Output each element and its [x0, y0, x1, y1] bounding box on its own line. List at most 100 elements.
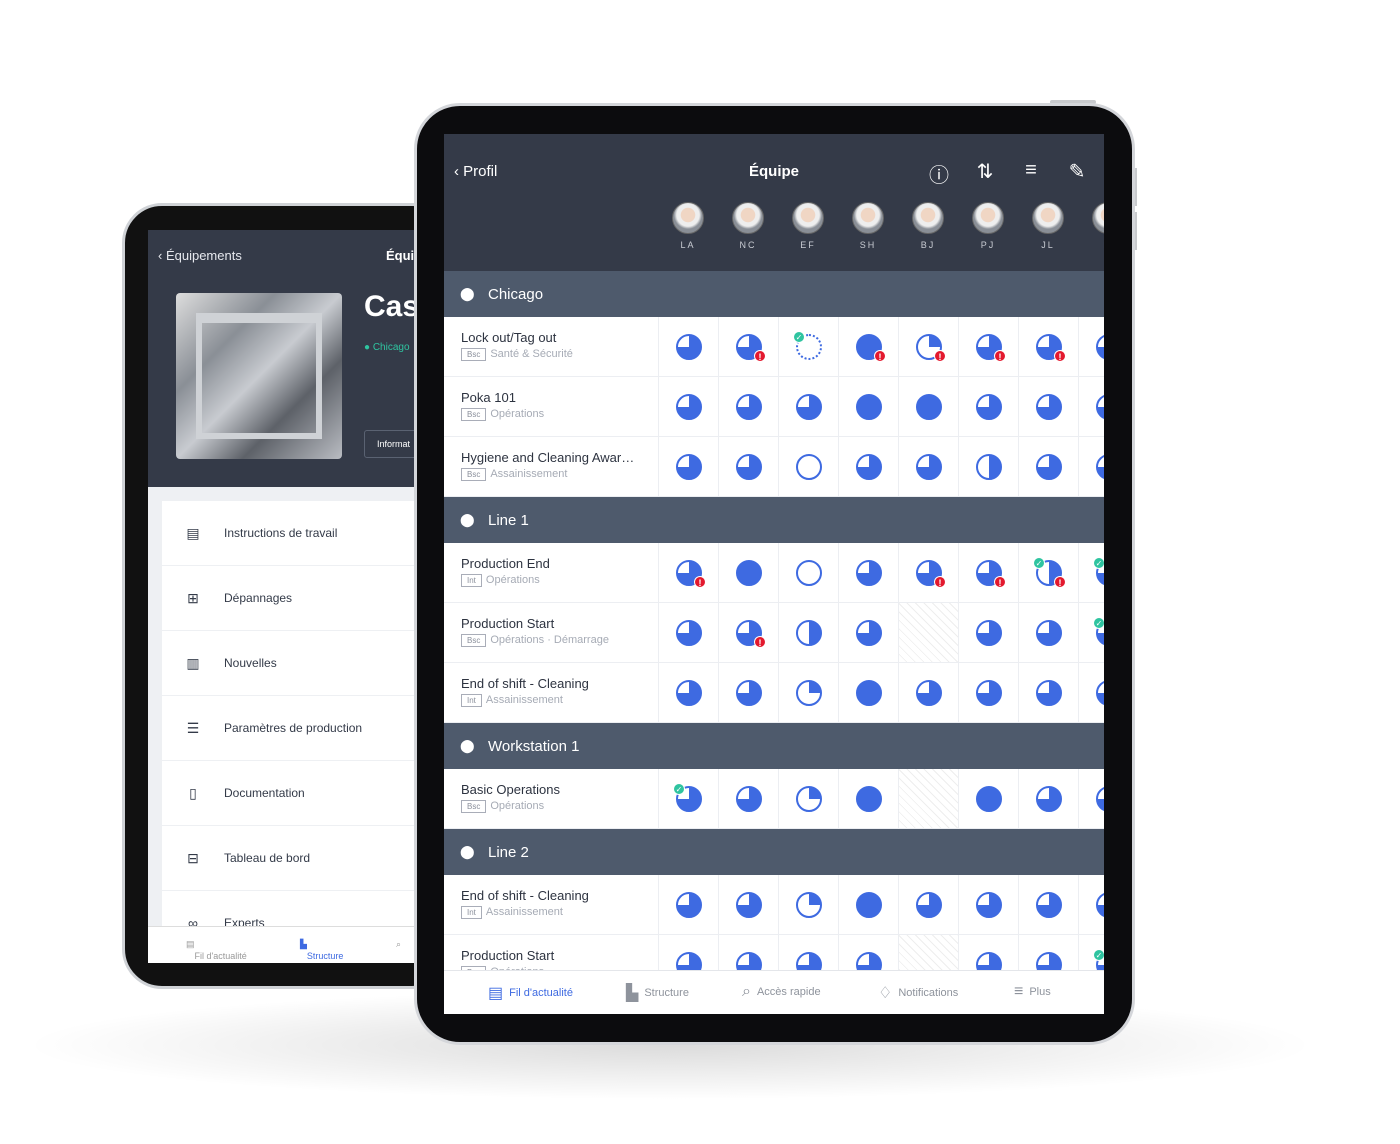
edit-icon[interactable]: ✎	[1064, 159, 1090, 184]
nav-scan-icon[interactable]: ⌕	[396, 939, 401, 950]
nav-factory[interactable]: ▙ Structure	[626, 983, 689, 1003]
progress-cell[interactable]: !	[958, 543, 1018, 602]
progress-cell[interactable]	[1078, 317, 1104, 376]
nav-scan[interactable]: ⌕ Accès rapide	[742, 983, 821, 1001]
progress-cell[interactable]	[718, 377, 778, 436]
table-row[interactable]: Poka 101 Bsc Opérations	[444, 377, 1104, 437]
progress-cell[interactable]	[898, 875, 958, 934]
progress-cell[interactable]	[958, 437, 1018, 496]
progress-cell[interactable]	[838, 769, 898, 828]
progress-cell[interactable]: !	[898, 317, 958, 376]
progress-cell[interactable]	[838, 437, 898, 496]
progress-cell[interactable]: !	[658, 543, 718, 602]
progress-cell[interactable]	[838, 377, 898, 436]
progress-cell[interactable]: ✓	[1078, 543, 1104, 602]
progress-cell[interactable]	[898, 377, 958, 436]
table-row[interactable]: End of shift - Cleaning Int Assainissement	[444, 663, 1104, 723]
table-row[interactable]: Lock out/Tag out Bsc Santé & Sécurité! ✓!!!…	[444, 317, 1104, 377]
progress-cell[interactable]	[658, 663, 718, 722]
menu-item[interactable]: ☰ Paramètres de production	[162, 696, 414, 761]
progress-cell[interactable]: ✓!	[1018, 543, 1078, 602]
progress-cell[interactable]	[778, 377, 838, 436]
table-row[interactable]: Hygiene and Cleaning Awar… Bsc Assainissem…	[444, 437, 1104, 497]
progress-cell[interactable]	[1078, 875, 1104, 934]
progress-cell[interactable]: ✓	[778, 317, 838, 376]
progress-cell[interactable]: ✓	[1078, 603, 1104, 662]
progress-cell[interactable]	[1078, 663, 1104, 722]
menu-item[interactable]: ⊞ Dépannages	[162, 566, 414, 631]
progress-cell[interactable]	[1018, 377, 1078, 436]
progress-cell[interactable]: !	[1018, 317, 1078, 376]
progress-cell[interactable]	[1078, 437, 1104, 496]
avatar[interactable]	[852, 202, 884, 234]
progress-cell[interactable]	[958, 603, 1018, 662]
progress-cell[interactable]	[838, 543, 898, 602]
progress-cell[interactable]	[778, 875, 838, 934]
group-header[interactable]: ⬤ Chicago	[444, 271, 1104, 317]
progress-cell[interactable]	[838, 875, 898, 934]
progress-cell[interactable]	[1018, 437, 1078, 496]
progress-cell[interactable]	[778, 663, 838, 722]
menu-item[interactable]: ▥ Nouvelles	[162, 631, 414, 696]
progress-cell[interactable]	[658, 437, 718, 496]
progress-cell[interactable]	[718, 769, 778, 828]
table-row[interactable]: Production Start Bsc Opérations · Démarrag…	[444, 603, 1104, 663]
progress-cell[interactable]	[838, 603, 898, 662]
progress-cell[interactable]	[1018, 663, 1078, 722]
progress-cell[interactable]	[1018, 603, 1078, 662]
table-row[interactable]: Basic Operations Bsc Opérations ✓	[444, 769, 1104, 829]
avatar[interactable]	[912, 202, 944, 234]
info-icon[interactable]: ⓘ	[926, 159, 952, 188]
progress-cell[interactable]	[718, 875, 778, 934]
info-button[interactable]: Informat	[364, 430, 414, 458]
nav-bell[interactable]: ♢ Notifications	[878, 983, 958, 1003]
avatar[interactable]	[972, 202, 1004, 234]
progress-cell[interactable]	[658, 603, 718, 662]
nav-structure[interactable]: ▙ Structure	[300, 939, 343, 961]
filter-icon[interactable]: ≡	[1018, 159, 1044, 182]
progress-cell[interactable]	[898, 663, 958, 722]
swap-icon[interactable]: ⇅	[972, 159, 998, 184]
progress-cell[interactable]	[838, 663, 898, 722]
avatar[interactable]	[792, 202, 824, 234]
nav-menu[interactable]: ≡ Plus	[1014, 983, 1051, 1001]
progress-cell[interactable]	[1078, 377, 1104, 436]
group-header[interactable]: ⬤ Workstation 1	[444, 723, 1104, 769]
progress-cell[interactable]	[958, 769, 1018, 828]
nav-news-feed[interactable]: ▤ Fil d'actualité	[186, 939, 247, 961]
group-header[interactable]: ⬤ Line 2	[444, 829, 1104, 875]
menu-item[interactable]: ▯ Documentation	[162, 761, 414, 826]
progress-cell[interactable]	[778, 769, 838, 828]
progress-cell[interactable]	[718, 663, 778, 722]
progress-cell[interactable]	[718, 437, 778, 496]
progress-cell[interactable]: !	[958, 317, 1018, 376]
progress-cell[interactable]: ✓	[658, 769, 718, 828]
progress-cell[interactable]	[1018, 875, 1078, 934]
back-button[interactable]: ‹ Équipements	[158, 248, 242, 263]
progress-cell[interactable]: !	[898, 543, 958, 602]
progress-cell[interactable]	[1078, 769, 1104, 828]
progress-cell[interactable]: !	[718, 317, 778, 376]
table-row[interactable]: Production End Int Opérations!!! ✓! ✓	[444, 543, 1104, 603]
progress-cell[interactable]	[778, 543, 838, 602]
progress-cell[interactable]	[958, 377, 1018, 436]
nav-news-feed[interactable]: ▤ Fil d'actualité	[488, 983, 573, 1003]
progress-cell[interactable]	[778, 437, 838, 496]
progress-cell[interactable]	[898, 437, 958, 496]
avatar[interactable]	[672, 202, 704, 234]
progress-cell[interactable]	[658, 875, 718, 934]
progress-cell[interactable]	[658, 317, 718, 376]
progress-cell[interactable]: !	[718, 603, 778, 662]
menu-item[interactable]: ▤ Instructions de travail	[162, 501, 414, 566]
avatar[interactable]	[1092, 202, 1104, 234]
table-row[interactable]: End of shift - Cleaning Int Assainissement	[444, 875, 1104, 935]
avatar[interactable]	[1032, 202, 1064, 234]
progress-cell[interactable]	[958, 663, 1018, 722]
progress-cell[interactable]	[958, 875, 1018, 934]
progress-cell[interactable]	[1018, 769, 1078, 828]
progress-cell[interactable]	[778, 603, 838, 662]
progress-cell[interactable]: !	[838, 317, 898, 376]
menu-item[interactable]: ⊟ Tableau de bord	[162, 826, 414, 891]
avatar[interactable]	[732, 202, 764, 234]
progress-cell[interactable]	[658, 377, 718, 436]
